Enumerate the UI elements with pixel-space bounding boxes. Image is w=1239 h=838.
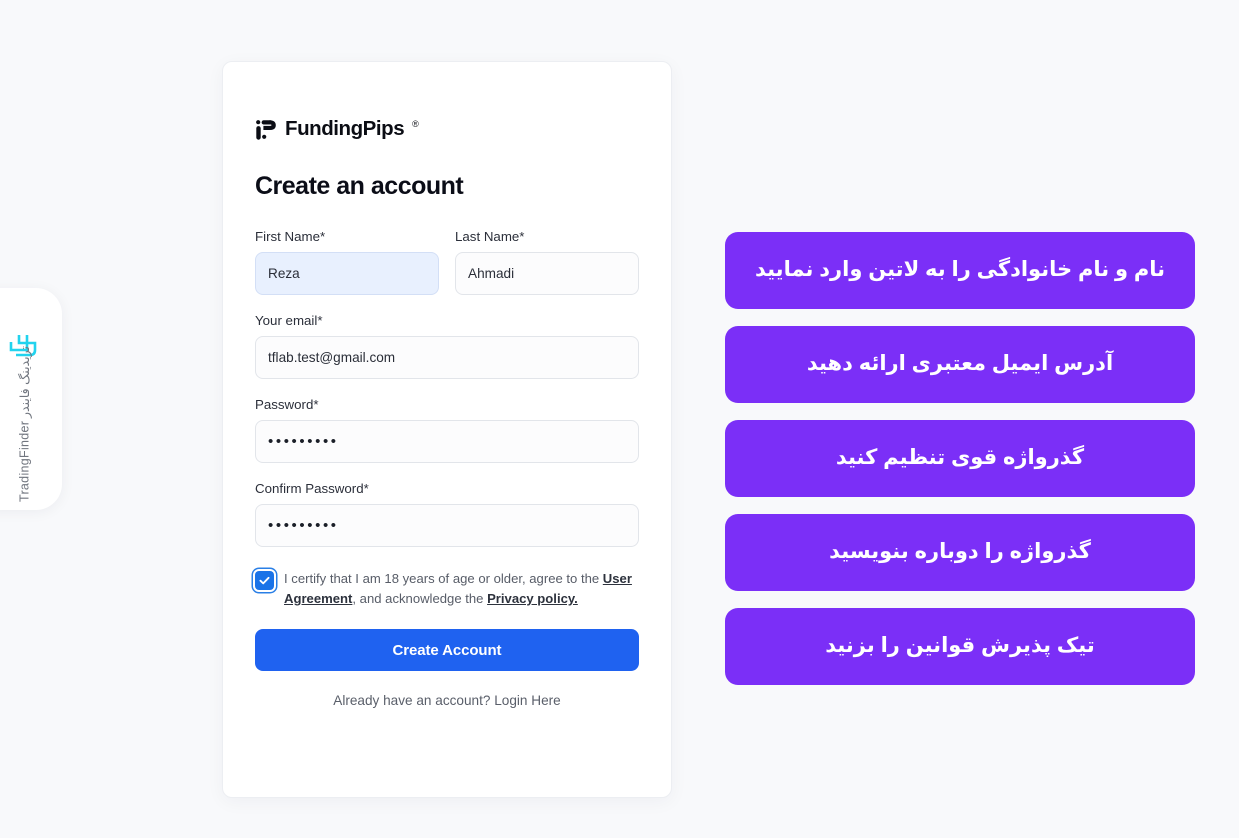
email-field-group: Your email* tflab.test@gmail.com bbox=[255, 313, 639, 379]
callout-accept-terms: تیک پذیرش قوانین را بزنید bbox=[725, 608, 1195, 685]
callout-accept-terms-text: تیک پذیرش قوانین را بزنید bbox=[825, 634, 1095, 658]
confirm-password-input[interactable]: ••••••••• bbox=[255, 504, 639, 547]
callout-strong-password: گذرواژه قوی تنظیم کنید bbox=[725, 420, 1195, 497]
consent-text: I certify that I am 18 years of age or o… bbox=[284, 569, 639, 609]
first-name-input[interactable]: Reza bbox=[255, 252, 439, 295]
consent-text-part-2: , and acknowledge the bbox=[352, 591, 488, 606]
first-name-field-group: First Name* Reza bbox=[255, 229, 439, 295]
fundingpips-p-mark-icon bbox=[256, 120, 276, 140]
watermark-latin-label: TradingFinder bbox=[17, 420, 31, 502]
last-name-label: Last Name* bbox=[455, 229, 525, 244]
callout-name-latin: نام و نام خانوادگی را به لاتین وارد نمای… bbox=[725, 232, 1195, 309]
consent-text-part-1: I certify that I am 18 years of age or o… bbox=[284, 571, 603, 586]
last-name-input[interactable]: Ahmadi bbox=[455, 252, 639, 295]
privacy-policy-link[interactable]: Privacy policy. bbox=[487, 591, 578, 606]
registered-trademark-symbol: ® bbox=[412, 119, 419, 129]
annotation-callouts: نام و نام خانوادگی را به لاتین وارد نمای… bbox=[725, 232, 1195, 685]
email-label: Your email* bbox=[255, 313, 323, 328]
callout-repeat-password-text: گذرواژه را دوباره بنویسید bbox=[829, 540, 1091, 564]
email-input[interactable]: tflab.test@gmail.com bbox=[255, 336, 639, 379]
watermark-persian-label: تریدینگ فایندر bbox=[17, 345, 32, 418]
name-fields-row: First Name* Reza Last Name* Ahmadi bbox=[255, 229, 639, 295]
tradingfinder-watermark: TradingFinder تریدینگ فایندر bbox=[0, 288, 62, 510]
callout-valid-email-text: آدرس ایمیل معتبری ارائه دهید bbox=[806, 352, 1114, 376]
brand-logo: FundingPips ® bbox=[255, 118, 639, 144]
password-field-group: Password* ••••••••• bbox=[255, 397, 639, 463]
checkmark-icon bbox=[259, 576, 270, 585]
signup-card: FundingPips ® Create an account First Na… bbox=[222, 61, 672, 798]
callout-valid-email: آدرس ایمیل معتبری ارائه دهید bbox=[725, 326, 1195, 403]
terms-checkbox[interactable] bbox=[255, 571, 274, 590]
brand-name-label: FundingPips bbox=[285, 117, 405, 140]
page-title: Create an account bbox=[255, 172, 464, 200]
password-input[interactable]: ••••••••• bbox=[255, 420, 639, 463]
consent-row: I certify that I am 18 years of age or o… bbox=[255, 569, 639, 609]
login-here-link[interactable]: Already have an account? Login Here bbox=[255, 693, 639, 708]
callout-repeat-password: گذرواژه را دوباره بنویسید bbox=[725, 514, 1195, 591]
callout-name-latin-text: نام و نام خانوادگی را به لاتین وارد نمای… bbox=[754, 258, 1165, 282]
last-name-field-group: Last Name* Ahmadi bbox=[455, 229, 639, 295]
create-account-button[interactable]: Create Account bbox=[255, 629, 639, 671]
first-name-label: First Name* bbox=[255, 229, 326, 244]
confirm-password-field-group: Confirm Password* ••••••••• bbox=[255, 481, 639, 547]
watermark-text-group: TradingFinder تریدینگ فایندر bbox=[17, 346, 32, 502]
password-label: Password* bbox=[255, 397, 319, 412]
callout-strong-password-text: گذرواژه قوی تنظیم کنید bbox=[835, 446, 1085, 470]
confirm-password-label: Confirm Password* bbox=[255, 481, 369, 496]
